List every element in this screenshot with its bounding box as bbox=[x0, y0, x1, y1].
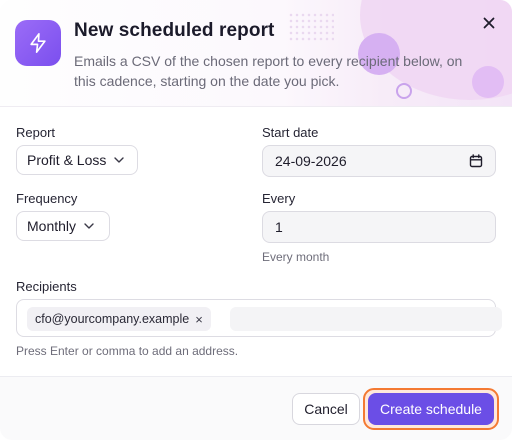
recipient-chip: cfo@yourcompany.example × bbox=[27, 307, 211, 331]
report-select-value: Profit & Loss bbox=[27, 152, 107, 168]
report-label: Report bbox=[16, 125, 56, 140]
chevron-down-icon bbox=[114, 157, 125, 163]
dialog-title: New scheduled report bbox=[74, 20, 275, 41]
recipients-hint: Press Enter or comma to add an address. bbox=[16, 344, 239, 358]
every-input[interactable]: 1 bbox=[262, 211, 496, 243]
close-button[interactable] bbox=[478, 12, 500, 34]
decorative-circle bbox=[472, 66, 504, 98]
bolt-icon bbox=[15, 20, 61, 66]
recipient-chip-label: cfo@yourcompany.example bbox=[35, 312, 190, 326]
dialog-footer: Cancel Create schedule bbox=[0, 376, 512, 440]
recipient-entry-input[interactable] bbox=[230, 307, 502, 331]
every-value: 1 bbox=[275, 219, 283, 235]
report-select[interactable]: Profit & Loss bbox=[16, 145, 138, 175]
frequency-select[interactable]: Monthly bbox=[16, 211, 110, 241]
dialog-header: New scheduled report Emails a CSV of the… bbox=[0, 0, 512, 107]
cancel-button[interactable]: Cancel bbox=[292, 393, 360, 425]
every-hint: Every month bbox=[262, 250, 330, 264]
create-schedule-button[interactable]: Create schedule bbox=[368, 393, 494, 425]
start-date-input[interactable]: 24-09-2026 bbox=[262, 145, 496, 177]
decorative-dot-grid bbox=[288, 12, 334, 42]
frequency-label: Frequency bbox=[16, 191, 78, 206]
remove-recipient-icon[interactable]: × bbox=[195, 312, 203, 327]
start-date-label: Start date bbox=[262, 125, 319, 140]
close-icon bbox=[483, 17, 495, 29]
recipients-label: Recipients bbox=[16, 279, 77, 294]
recipients-field[interactable]: cfo@yourcompany.example × bbox=[16, 299, 502, 337]
dialog-subtitle: Emails a CSV of the chosen report to eve… bbox=[74, 53, 463, 89]
calendar-icon[interactable] bbox=[469, 154, 483, 168]
every-label: Every bbox=[262, 191, 296, 206]
start-date-value: 24-09-2026 bbox=[275, 153, 347, 169]
new-scheduled-report-dialog: New scheduled report Emails a CSV of the… bbox=[0, 0, 512, 440]
chevron-down-icon bbox=[84, 223, 94, 229]
frequency-select-value: Monthly bbox=[27, 218, 77, 234]
